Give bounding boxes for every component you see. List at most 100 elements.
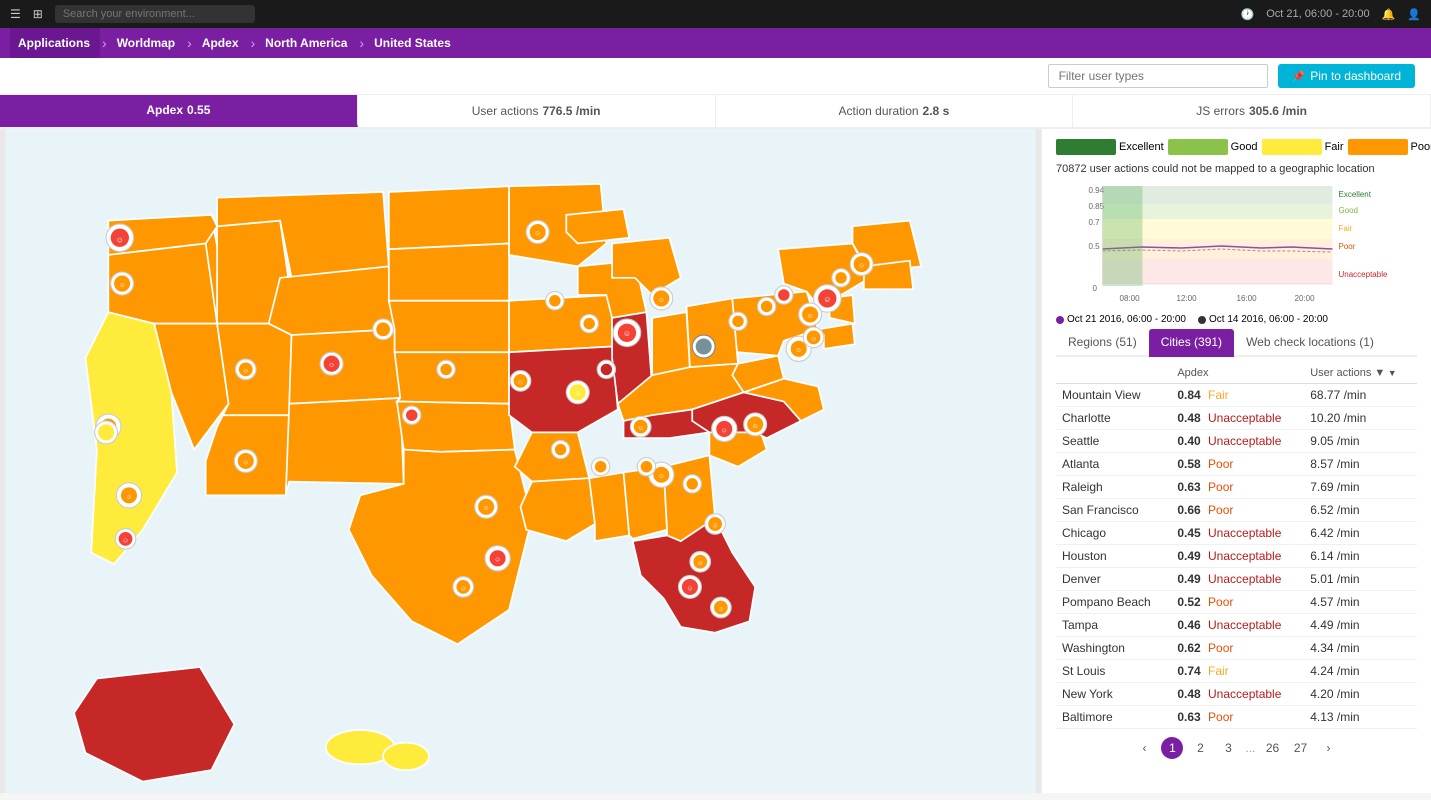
- pin-to-dashboard-button[interactable]: Pin to dashboard: [1278, 64, 1415, 88]
- hamburger-icon[interactable]: ☰: [10, 7, 21, 21]
- table-row[interactable]: Washington 0.62 Poor 4.34 /min: [1056, 637, 1417, 660]
- breadcrumb-north-america[interactable]: North America: [257, 28, 357, 58]
- grid-icon[interactable]: ⊞: [33, 7, 43, 21]
- city-name: Atlanta: [1056, 453, 1171, 476]
- svg-text:☺: ☺: [858, 263, 865, 270]
- svg-text:☺: ☺: [460, 585, 467, 592]
- table-row[interactable]: New York 0.48 Unacceptable 4.20 /min: [1056, 683, 1417, 706]
- user-icon[interactable]: 👤: [1407, 8, 1421, 21]
- legend-color-poor: [1348, 139, 1408, 155]
- pagination-page-2[interactable]: 2: [1189, 737, 1211, 759]
- breadcrumb-apdex[interactable]: Apdex: [194, 28, 249, 58]
- action-duration-value: 2.8 s: [923, 104, 950, 118]
- legend-poor: Poor: [1348, 139, 1431, 155]
- svg-text:0.5: 0.5: [1089, 242, 1101, 251]
- breadcrumb-united-states[interactable]: United States: [366, 28, 461, 58]
- breadcrumb-arrow-1: ›: [102, 35, 107, 51]
- table-row[interactable]: Pompano Beach 0.52 Poor 4.57 /min: [1056, 591, 1417, 614]
- city-name: Baltimore: [1056, 706, 1171, 729]
- svg-text:☺: ☺: [119, 282, 126, 289]
- svg-text:☺: ☺: [637, 425, 644, 432]
- metric-tab-apdex[interactable]: Apdex 0.55: [0, 95, 358, 127]
- pagination-page-27[interactable]: 27: [1290, 737, 1312, 759]
- user-actions-cell: 4.34 /min: [1304, 637, 1417, 660]
- svg-text:☺: ☺: [686, 585, 693, 592]
- svg-text:Excellent: Excellent: [1339, 190, 1372, 199]
- svg-text:☺: ☺: [328, 362, 335, 369]
- main-content: ☺ ☺ ☺ ☺ ☺: [0, 129, 1431, 793]
- tab-cities[interactable]: Cities (391): [1149, 329, 1234, 357]
- breadcrumb-worldmap[interactable]: Worldmap: [109, 28, 185, 58]
- table-row[interactable]: Tampa 0.46 Unacceptable 4.49 /min: [1056, 614, 1417, 637]
- pagination-page-26[interactable]: 26: [1262, 737, 1284, 759]
- filter-row: Pin to dashboard: [0, 58, 1431, 95]
- legend-fair: Fair: [1262, 139, 1344, 155]
- svg-text:☺: ☺: [517, 379, 524, 386]
- search-input[interactable]: [55, 5, 255, 23]
- user-actions-cell: 10.20 /min: [1304, 407, 1417, 430]
- breadcrumb-arrow-3: ›: [251, 35, 256, 51]
- svg-text:Fair: Fair: [1339, 224, 1353, 233]
- table-row[interactable]: Denver 0.49 Unacceptable 5.01 /min: [1056, 568, 1417, 591]
- metric-tab-user-actions[interactable]: User actions 776.5 /min: [358, 95, 716, 127]
- svg-text:☺: ☺: [721, 427, 728, 434]
- tab-regions[interactable]: Regions (51): [1056, 329, 1149, 357]
- svg-text:12:00: 12:00: [1177, 294, 1198, 303]
- map-area[interactable]: ☺ ☺ ☺ ☺ ☺: [0, 129, 1041, 793]
- metric-tab-action-duration[interactable]: Action duration 2.8 s: [716, 95, 1074, 127]
- city-name: Tampa: [1056, 614, 1171, 637]
- col-user-actions[interactable]: User actions ▼: [1304, 363, 1417, 384]
- breadcrumb: Applications › Worldmap › Apdex › North …: [0, 28, 1431, 58]
- svg-text:☺: ☺: [697, 560, 704, 567]
- user-actions-cell: 4.24 /min: [1304, 660, 1417, 683]
- pagination-prev[interactable]: ‹: [1133, 737, 1155, 759]
- apdex-cell: 0.58 Poor: [1171, 453, 1304, 476]
- user-actions-cell: 4.49 /min: [1304, 614, 1417, 637]
- user-actions-cell: 4.57 /min: [1304, 591, 1417, 614]
- breadcrumb-applications[interactable]: Applications: [10, 28, 100, 58]
- chart-legend-previous-label: Oct 14 2016, 06:00 - 20:00: [1209, 314, 1328, 325]
- topbar-right: 🕐 Oct 21, 06:00 - 20:00 🔔 👤: [1241, 8, 1421, 21]
- table-row[interactable]: Atlanta 0.58 Poor 8.57 /min: [1056, 453, 1417, 476]
- chart-legend: Oct 21 2016, 06:00 - 20:00 Oct 14 2016, …: [1056, 314, 1417, 325]
- table-row[interactable]: San Francisco 0.66 Poor 6.52 /min: [1056, 499, 1417, 522]
- table-row[interactable]: Baltimore 0.63 Poor 4.13 /min: [1056, 706, 1417, 729]
- pagination-page-3[interactable]: 3: [1217, 737, 1239, 759]
- table-row[interactable]: Chicago 0.45 Unacceptable 6.42 /min: [1056, 522, 1417, 545]
- chart-dot-previous: [1198, 316, 1206, 324]
- apdex-cell: 0.46 Unacceptable: [1171, 614, 1304, 637]
- table-row[interactable]: St Louis 0.74 Fair 4.24 /min: [1056, 660, 1417, 683]
- svg-text:☺: ☺: [574, 391, 581, 398]
- filter-user-types-input[interactable]: [1048, 64, 1268, 88]
- svg-text:Unacceptable: Unacceptable: [1339, 270, 1388, 279]
- svg-text:☺: ☺: [717, 606, 724, 613]
- table-row[interactable]: Mountain View 0.84 Fair 68.77 /min: [1056, 384, 1417, 407]
- svg-text:16:00: 16:00: [1237, 294, 1258, 303]
- pagination-page-1[interactable]: 1: [1161, 737, 1183, 759]
- pagination-next[interactable]: ›: [1318, 737, 1340, 759]
- js-errors-value: 305.6 /min: [1249, 104, 1307, 118]
- table-row[interactable]: Raleigh 0.63 Poor 7.69 /min: [1056, 476, 1417, 499]
- table-row[interactable]: Houston 0.49 Unacceptable 6.14 /min: [1056, 545, 1417, 568]
- table-row[interactable]: Charlotte 0.48 Unacceptable 10.20 /min: [1056, 407, 1417, 430]
- breadcrumb-arrow-4: ›: [359, 35, 364, 51]
- table-row[interactable]: Seattle 0.40 Unacceptable 9.05 /min: [1056, 430, 1417, 453]
- notifications-icon[interactable]: 🔔: [1382, 8, 1396, 21]
- clock-icon: 🕐: [1241, 8, 1255, 21]
- city-name: Denver: [1056, 568, 1171, 591]
- legend: Excellent Good Fair Poor Unacceptable: [1056, 139, 1417, 155]
- svg-text:☺: ☺: [494, 557, 501, 564]
- legend-label-good: Good: [1231, 141, 1258, 153]
- city-name: Washington: [1056, 637, 1171, 660]
- tab-web-check[interactable]: Web check locations (1): [1234, 329, 1386, 357]
- unmapped-notice: 70872 user actions could not be mapped t…: [1056, 163, 1417, 175]
- svg-text:☺: ☺: [752, 423, 759, 430]
- user-actions-cell: 68.77 /min: [1304, 384, 1417, 407]
- metric-tab-js-errors[interactable]: JS errors 305.6 /min: [1073, 95, 1431, 127]
- svg-text:☺: ☺: [534, 230, 541, 237]
- svg-text:☺: ☺: [795, 347, 802, 354]
- legend-good: Good: [1168, 139, 1258, 155]
- user-actions-cell: 5.01 /min: [1304, 568, 1417, 591]
- svg-text:☺: ☺: [658, 473, 665, 480]
- city-name: San Francisco: [1056, 499, 1171, 522]
